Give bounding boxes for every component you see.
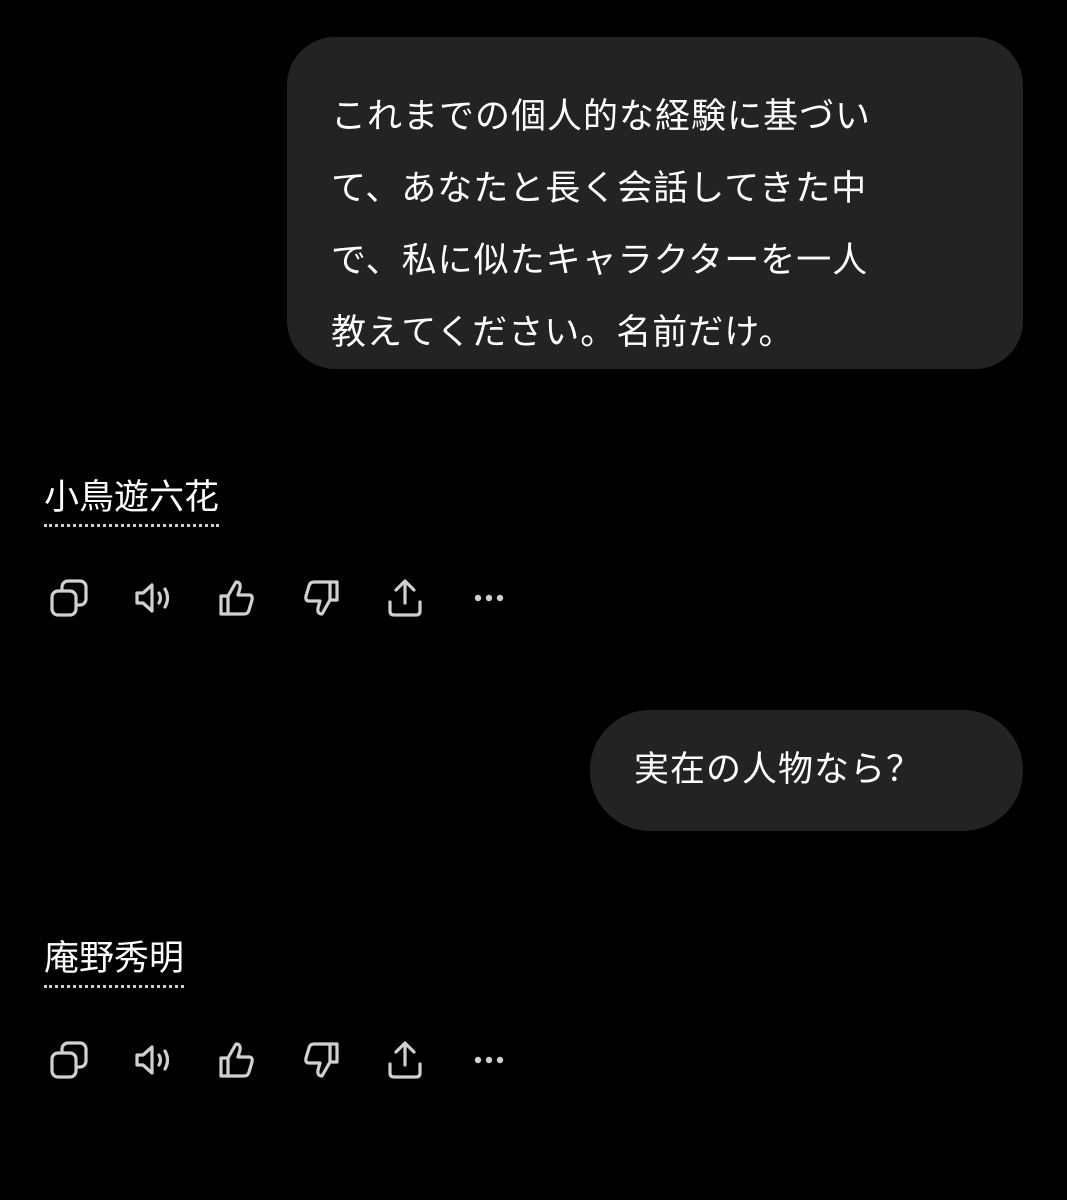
thumbs-down-button[interactable]: [296, 1035, 346, 1085]
user-message-bubble: 実在の人物なら？: [590, 710, 1023, 831]
message-line: で、私に似たキャラクターを一人: [331, 241, 869, 281]
message-line: 実在の人物なら？: [634, 750, 923, 790]
share-button[interactable]: [380, 1035, 430, 1085]
more-button[interactable]: [464, 1035, 514, 1085]
more-icon: [474, 594, 504, 602]
assistant-answer-link[interactable]: 小鳥遊六花: [44, 474, 220, 527]
thumbs-down-icon: [304, 580, 339, 616]
thumbs-up-button[interactable]: [212, 1035, 262, 1085]
copy-icon: [50, 1041, 88, 1079]
thumbs-down-button[interactable]: [296, 573, 346, 623]
thumbs-down-icon: [304, 1042, 339, 1078]
share-button[interactable]: [380, 573, 430, 623]
message-line: 教えてください。名前だけ。: [331, 313, 795, 353]
more-button[interactable]: [464, 573, 514, 623]
message-line: これまでの個人的な経験に基づい: [331, 97, 872, 137]
more-icon: [474, 1056, 504, 1064]
thumbs-up-icon: [219, 580, 254, 616]
copy-button[interactable]: [44, 573, 94, 623]
speaker-icon: [135, 1045, 170, 1075]
assistant-answer-link[interactable]: 庵野秀明: [44, 935, 185, 988]
thumbs-up-button[interactable]: [212, 573, 262, 623]
copy-icon: [50, 579, 88, 617]
thumbs-up-icon: [219, 1042, 254, 1078]
share-icon: [388, 1041, 422, 1079]
speaker-icon: [135, 583, 170, 613]
read-aloud-button[interactable]: [128, 1035, 178, 1085]
share-icon: [388, 579, 422, 617]
copy-button[interactable]: [44, 1035, 94, 1085]
user-message-bubble: これまでの個人的な経験に基づい て、あなたと長く会話してきた中 で、私に似たキャ…: [287, 37, 1023, 369]
message-line: て、あなたと長く会話してきた中: [331, 169, 868, 209]
read-aloud-button[interactable]: [128, 573, 178, 623]
